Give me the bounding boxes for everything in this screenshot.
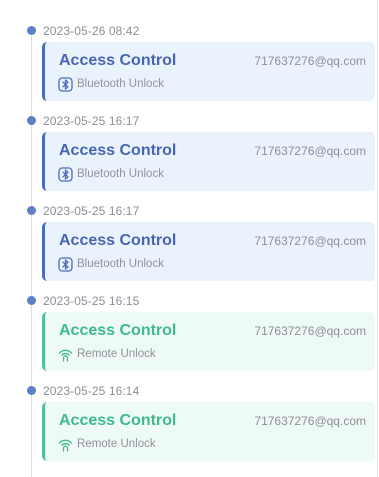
entry-timestamp: 2023-05-25 16:17 (43, 204, 140, 218)
access-record-card[interactable]: Access Control 717637276@qq.com Remote U… (42, 402, 375, 461)
access-record-card[interactable]: Access Control 717637276@qq.com Bluetoot… (42, 222, 375, 281)
unlock-method: Remote Unlock (58, 436, 156, 452)
entry-timestamp: 2023-05-26 08:42 (43, 24, 140, 38)
unlock-method: Bluetooth Unlock (58, 166, 164, 182)
unlock-method: Bluetooth Unlock (58, 256, 164, 272)
bluetooth-icon (58, 256, 73, 272)
unlock-method: Bluetooth Unlock (58, 76, 164, 92)
unlock-method-label: Bluetooth Unlock (77, 78, 164, 90)
unlock-method-label: Bluetooth Unlock (77, 168, 164, 180)
card-title: Access Control (59, 412, 177, 429)
bluetooth-icon (58, 166, 73, 182)
timeline-dot (27, 116, 36, 125)
access-record-card[interactable]: Access Control 717637276@qq.com Bluetoot… (42, 132, 375, 191)
card-user-email: 717637276@qq.com (254, 234, 366, 248)
timeline-entry: 2023-05-25 16:15 Access Control 71763727… (0, 291, 378, 381)
card-user-email: 717637276@qq.com (254, 54, 366, 68)
timeline-dot (27, 26, 36, 35)
timeline-entry: 2023-05-26 08:42 Access Control 71763727… (0, 21, 378, 111)
unlock-method-label: Remote Unlock (77, 348, 156, 360)
remote-signal-icon (58, 347, 73, 362)
card-title: Access Control (59, 232, 177, 249)
entry-timestamp: 2023-05-25 16:17 (43, 114, 140, 128)
bluetooth-icon (58, 76, 73, 92)
unlock-method-label: Bluetooth Unlock (77, 258, 164, 270)
card-title: Access Control (59, 322, 177, 339)
card-user-email: 717637276@qq.com (254, 324, 366, 338)
timeline-dot (27, 206, 36, 215)
unlock-method: Remote Unlock (58, 346, 156, 362)
remote-signal-icon (58, 437, 73, 452)
card-user-email: 717637276@qq.com (254, 144, 366, 158)
unlock-history-panel: 2023-05-26 08:42 Access Control 71763727… (0, 0, 378, 477)
card-title: Access Control (59, 52, 177, 69)
card-title: Access Control (59, 142, 177, 159)
card-user-email: 717637276@qq.com (254, 414, 366, 428)
timeline-entry: 2023-05-25 16:14 Access Control 71763727… (0, 381, 378, 471)
timeline-entry: 2023-05-25 16:17 Access Control 71763727… (0, 111, 378, 201)
access-record-card[interactable]: Access Control 717637276@qq.com Bluetoot… (42, 42, 375, 101)
unlock-method-label: Remote Unlock (77, 438, 156, 450)
timeline-dot (27, 296, 36, 305)
entry-timestamp: 2023-05-25 16:15 (43, 294, 140, 308)
timeline-dot (27, 386, 36, 395)
timeline-entry: 2023-05-25 16:17 Access Control 71763727… (0, 201, 378, 291)
access-record-card[interactable]: Access Control 717637276@qq.com Remote U… (42, 312, 375, 371)
entry-timestamp: 2023-05-25 16:14 (43, 384, 140, 398)
